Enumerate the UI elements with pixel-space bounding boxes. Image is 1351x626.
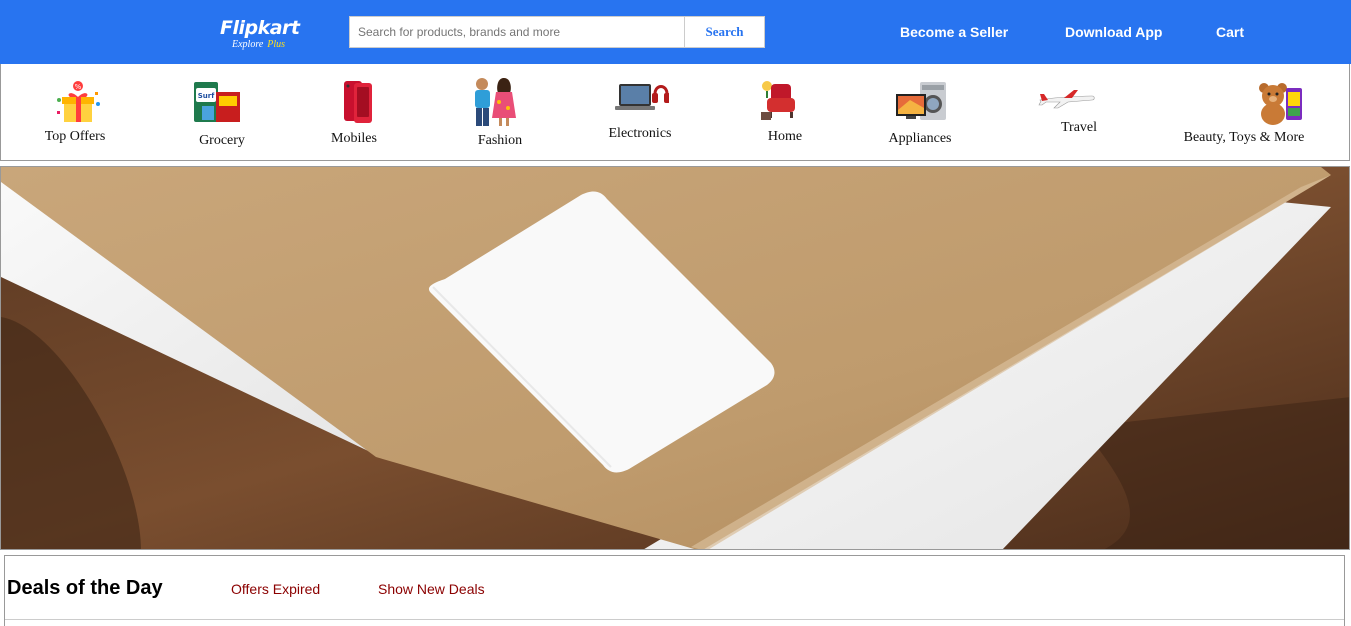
category-label: Travel xyxy=(1060,120,1098,135)
laptop-icon xyxy=(615,84,669,110)
envelope-photo xyxy=(1,167,1349,549)
category-label: Top Offers xyxy=(44,129,106,144)
flipkart-logo[interactable]: Flipkart Explore Plus xyxy=(220,17,300,50)
fashion-icon xyxy=(475,78,516,126)
search-input[interactable] xyxy=(349,16,684,48)
deals-title: Deals of the Day xyxy=(7,577,163,599)
become-seller-link[interactable]: Become a Seller xyxy=(900,24,1008,40)
mobile-phone-icon xyxy=(344,81,372,123)
logo-tagline-plus: Plus xyxy=(267,39,286,50)
armchair-icon xyxy=(761,81,795,120)
category-bar: % Top Offers Surf Grocery Mobiles Fashio… xyxy=(0,64,1350,161)
grocery-icon: Surf xyxy=(194,82,240,122)
category-label: Mobiles xyxy=(331,131,377,146)
download-app-link[interactable]: Download App xyxy=(1065,24,1162,40)
category-label: Grocery xyxy=(199,133,245,148)
appliances-icon xyxy=(896,82,946,120)
cart-link[interactable]: Cart xyxy=(1216,24,1244,40)
category-label: Home xyxy=(767,129,803,144)
category-label: Electronics xyxy=(608,126,672,141)
logo-tagline-explore: Explore xyxy=(232,39,264,50)
category-label: Fashion xyxy=(477,133,523,148)
category-label: Beauty, Toys & More xyxy=(1183,130,1305,145)
deals-section: Deals of the Day Offers Expired Show New… xyxy=(4,555,1345,626)
svg-text:%: % xyxy=(75,83,82,91)
teddy-bear-icon xyxy=(1259,83,1302,125)
category-label: Appliances xyxy=(888,131,952,146)
logo-tagline: Explore Plus xyxy=(232,39,285,50)
gift-icon: % xyxy=(57,81,100,122)
top-header: Flipkart ExplorePlus Search Become a Sel… xyxy=(0,0,1351,64)
deals-divider xyxy=(5,619,1344,620)
airplane-icon xyxy=(1038,90,1095,109)
offers-expired-text: Offers Expired xyxy=(231,581,321,597)
search-button[interactable]: Search xyxy=(684,16,765,48)
show-new-deals-link[interactable]: Show New Deals xyxy=(378,581,485,597)
svg-text:Surf: Surf xyxy=(198,92,215,100)
logo-wordmark: Flipkart xyxy=(220,17,300,39)
hero-banner[interactable] xyxy=(0,166,1350,550)
